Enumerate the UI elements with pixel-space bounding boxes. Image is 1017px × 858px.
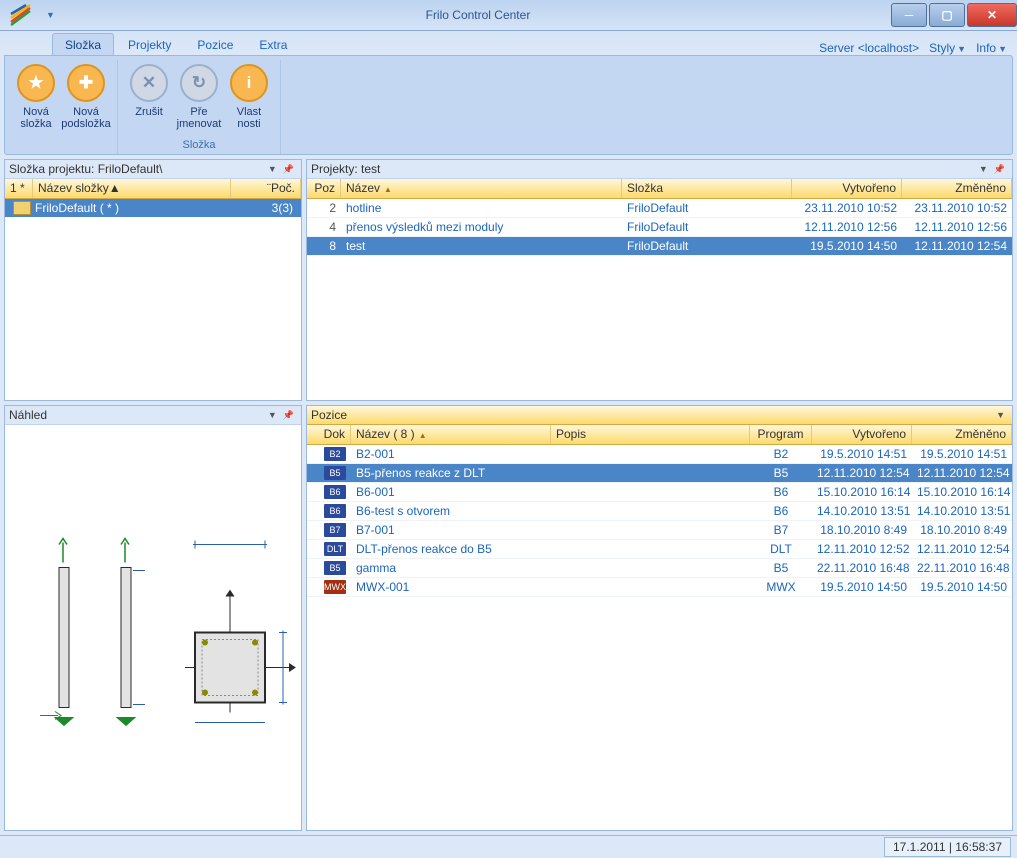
- tree-col-idx[interactable]: 1 *: [5, 179, 33, 198]
- preview-panel-title: Náhled: [9, 408, 265, 422]
- projects-panel: Projekty: test ▼ 📌 Poz Název▲ Složka Vyt…: [306, 159, 1013, 401]
- projects-col-nazev[interactable]: Název▲: [341, 179, 622, 198]
- prejmenovat-button[interactable]: ↻ Přejmenovat: [174, 60, 224, 136]
- ribbon-group-slozka2: ✕ Zrušit ↻ Přejmenovat i Vlastnosti Slož…: [118, 60, 281, 154]
- projects-col-poz[interactable]: Poz: [307, 179, 341, 198]
- tree-col-count[interactable]: ¨Poč.: [231, 179, 301, 198]
- folder-icon: [13, 201, 31, 215]
- positions-panel: Pozice ▼ Dok Název ( 8 )▲ Popis Program …: [306, 405, 1013, 831]
- position-row[interactable]: DLTDLT-přenos reakce do B5DLT12.11.2010 …: [307, 540, 1012, 559]
- doc-icon: B2: [324, 447, 346, 461]
- info-icon: i: [230, 64, 268, 102]
- projects-col-slozka[interactable]: Složka: [622, 179, 792, 198]
- folder-row-label: FriloDefault ( * ): [35, 201, 119, 215]
- position-row[interactable]: MWXMWX-001MWX19.5.2010 14:5019.5.2010 14…: [307, 578, 1012, 597]
- vlastnosti-button[interactable]: i Vlastnosti: [224, 60, 274, 136]
- star-icon: ★: [17, 64, 55, 102]
- preview-canvas: [5, 425, 301, 830]
- zrusit-button[interactable]: ✕ Zrušit: [124, 60, 174, 136]
- chevron-down-icon[interactable]: ▼: [265, 164, 280, 174]
- doc-icon: B5: [324, 466, 346, 480]
- ribbon-tabs: Složka Projekty Pozice Extra Server <loc…: [0, 31, 1017, 55]
- server-link[interactable]: Server <localhost>: [819, 41, 919, 55]
- ribbon-group-slozka1: ★ Novásložka ✚ Novápodsložka: [5, 60, 118, 154]
- ribbon-group-label: [11, 136, 111, 154]
- position-row[interactable]: B6B6-test s otvoremB614.10.2010 13:5114.…: [307, 502, 1012, 521]
- doc-icon: DLT: [324, 542, 346, 556]
- tab-slozka[interactable]: Složka: [52, 33, 114, 55]
- doc-icon: B6: [324, 485, 346, 499]
- positions-col-zmeneno[interactable]: Změněno: [912, 425, 1012, 444]
- minimize-button[interactable]: ─: [891, 3, 927, 27]
- folder-row-frilodefault[interactable]: FriloDefault ( * ) 3(3): [5, 199, 301, 217]
- info-menu[interactable]: Info▼: [976, 41, 1007, 55]
- nova-podslozka-button[interactable]: ✚ Novápodsložka: [61, 60, 111, 136]
- doc-icon: MWX: [324, 580, 346, 594]
- status-bar: 17.1.2011 | 16:58:37: [0, 835, 1017, 858]
- titlebar: ▼ Frilo Control Center ─ ▢ ✕: [0, 0, 1017, 31]
- projects-col-vytvoreno[interactable]: Vytvořeno: [792, 179, 902, 198]
- project-row[interactable]: 8testFriloDefault19.5.2010 14:5012.11.20…: [307, 237, 1012, 256]
- positions-col-vytvoreno[interactable]: Vytvořeno: [812, 425, 912, 444]
- doc-icon: B6: [324, 504, 346, 518]
- project-row[interactable]: 2hotlineFriloDefault23.11.2010 10:5223.1…: [307, 199, 1012, 218]
- position-row[interactable]: B2B2-001B219.5.2010 14:5119.5.2010 14:51: [307, 445, 1012, 464]
- chevron-down-icon: ▼: [998, 44, 1007, 54]
- window-title: Frilo Control Center: [67, 8, 889, 22]
- app-logo-icon[interactable]: [6, 3, 36, 27]
- position-row[interactable]: B7B7-001B718.10.2010 8:4918.10.2010 8:49: [307, 521, 1012, 540]
- position-row[interactable]: B5B5-přenos reakce z DLTB512.11.2010 12:…: [307, 464, 1012, 483]
- tab-pozice[interactable]: Pozice: [185, 34, 245, 55]
- positions-col-program[interactable]: Program: [750, 425, 812, 444]
- pin-icon[interactable]: 📌: [280, 410, 297, 421]
- ribbon: ★ Novásložka ✚ Novápodsložka ✕ Zrušit ↻ …: [4, 55, 1013, 155]
- positions-col-nazev[interactable]: Název ( 8 )▲: [351, 425, 551, 444]
- position-row[interactable]: B5gammaB522.11.2010 16:4822.11.2010 16:4…: [307, 559, 1012, 578]
- tab-projekty[interactable]: Projekty: [116, 34, 183, 55]
- chevron-down-icon: ▼: [957, 44, 966, 54]
- folder-panel: Složka projektu: FriloDefault\ ▼ 📌 1 * N…: [4, 159, 302, 401]
- rename-icon: ↻: [180, 64, 218, 102]
- doc-icon: B7: [324, 523, 346, 537]
- delete-icon: ✕: [130, 64, 168, 102]
- positions-panel-title: Pozice: [311, 408, 993, 422]
- doc-icon: B5: [324, 561, 346, 575]
- chevron-down-icon[interactable]: ▼: [993, 410, 1008, 420]
- close-button[interactable]: ✕: [967, 3, 1017, 27]
- preview-panel: Náhled ▼ 📌: [4, 405, 302, 831]
- positions-col-popis[interactable]: Popis: [551, 425, 750, 444]
- projects-panel-title: Projekty: test: [311, 162, 976, 176]
- ribbon-group-label: Složka: [124, 136, 274, 154]
- tree-col-name[interactable]: Název složky▲: [33, 179, 231, 198]
- folder-row-count: 3(3): [223, 201, 301, 215]
- chevron-down-icon[interactable]: ▼: [265, 410, 280, 420]
- project-row[interactable]: 4přenos výsledků mezi modulyFriloDefault…: [307, 218, 1012, 237]
- position-row[interactable]: B6B6-001B615.10.2010 16:1415.10.2010 16:…: [307, 483, 1012, 502]
- styly-menu[interactable]: Styly▼: [929, 41, 966, 55]
- positions-col-dok[interactable]: Dok: [307, 425, 351, 444]
- nova-slozka-button[interactable]: ★ Novásložka: [11, 60, 61, 136]
- folder-panel-title: Složka projektu: FriloDefault\: [9, 162, 265, 176]
- pin-icon[interactable]: 📌: [991, 164, 1008, 175]
- maximize-button[interactable]: ▢: [929, 3, 965, 27]
- projects-col-zmeneno[interactable]: Změněno: [902, 179, 1012, 198]
- pin-icon[interactable]: 📌: [280, 164, 297, 175]
- qat-dropdown-icon[interactable]: ▼: [40, 10, 61, 20]
- chevron-down-icon[interactable]: ▼: [976, 164, 991, 174]
- tab-extra[interactable]: Extra: [247, 34, 299, 55]
- plus-icon: ✚: [67, 64, 105, 102]
- status-datetime: 17.1.2011 | 16:58:37: [884, 837, 1011, 857]
